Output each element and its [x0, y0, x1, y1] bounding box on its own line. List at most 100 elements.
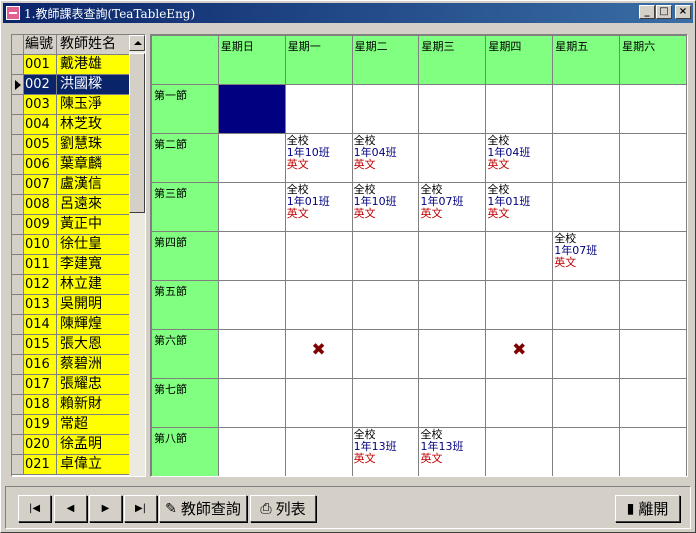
- teacher-row[interactable]: 011 李建寬: [12, 255, 129, 275]
- teacher-code[interactable]: 018: [24, 395, 57, 414]
- teacher-name[interactable]: 陳輝煌: [57, 315, 129, 334]
- schedule-cell[interactable]: 全校 1年10班 英文: [284, 133, 353, 183]
- teacher-code[interactable]: 017: [24, 375, 57, 394]
- schedule-cell[interactable]: [619, 231, 687, 281]
- schedule-cell[interactable]: 全校 1年10班 英文: [351, 182, 420, 232]
- teacher-row[interactable]: 013 吳開明: [12, 295, 129, 315]
- row-selector[interactable]: [12, 195, 24, 214]
- teacher-row[interactable]: 004 林芝玫: [12, 115, 129, 135]
- teacher-name[interactable]: 賴新財: [57, 395, 129, 414]
- teacher-row[interactable]: 002 洪國樑: [12, 75, 129, 95]
- teacher-name[interactable]: 蔡碧洲: [57, 355, 129, 374]
- teacher-name[interactable]: 張大恩: [57, 335, 129, 354]
- scroll-up-button[interactable]: [129, 35, 145, 51]
- teacher-name[interactable]: 常超: [57, 415, 129, 434]
- row-selector[interactable]: [12, 175, 24, 194]
- teacher-code[interactable]: 006: [24, 155, 57, 174]
- schedule-cell[interactable]: [552, 427, 621, 476]
- schedule-cell[interactable]: [418, 84, 487, 134]
- teacher-row[interactable]: 016 蔡碧洲: [12, 355, 129, 375]
- teacher-code[interactable]: 003: [24, 95, 57, 114]
- teacher-code[interactable]: 012: [24, 275, 57, 294]
- schedule-cell[interactable]: [351, 280, 420, 330]
- schedule-cell[interactable]: [217, 133, 286, 183]
- schedule-cell[interactable]: [217, 231, 286, 281]
- row-selector[interactable]: [12, 115, 24, 134]
- teacher-code[interactable]: 010: [24, 235, 57, 254]
- row-selector[interactable]: [12, 455, 24, 474]
- schedule-cell[interactable]: [284, 378, 353, 428]
- schedule-cell[interactable]: [418, 280, 487, 330]
- teacher-row[interactable]: 008 呂遠來: [12, 195, 129, 215]
- schedule-cell[interactable]: [418, 231, 487, 281]
- minimize-button[interactable]: _: [639, 5, 655, 19]
- schedule-cell[interactable]: [485, 280, 554, 330]
- teacher-row[interactable]: 015 張大恩: [12, 335, 129, 355]
- teacher-code[interactable]: 004: [24, 115, 57, 134]
- schedule-cell[interactable]: [418, 133, 487, 183]
- row-selector[interactable]: [12, 355, 24, 374]
- teacher-code[interactable]: 007: [24, 175, 57, 194]
- schedule-cell[interactable]: [217, 182, 286, 232]
- teacher-name[interactable]: 張耀忠: [57, 375, 129, 394]
- schedule-cell[interactable]: 全校 1年07班 英文: [552, 231, 621, 281]
- row-selector[interactable]: [12, 215, 24, 234]
- schedule-cell[interactable]: [552, 133, 621, 183]
- row-selector[interactable]: [12, 235, 24, 254]
- teacher-row[interactable]: 001 戴港雄: [12, 55, 129, 75]
- exit-button[interactable]: ▮ 離開: [615, 495, 680, 522]
- teacher-name[interactable]: 徐孟明: [57, 435, 129, 454]
- schedule-cell[interactable]: [217, 378, 286, 428]
- schedule-cell[interactable]: [619, 329, 687, 379]
- title-bar[interactable]: 1.教師課表查詢(TeaTableEng) _ □ ×: [3, 3, 693, 23]
- teacher-row[interactable]: 018 賴新財: [12, 395, 129, 415]
- teacher-name[interactable]: 卓偉立: [57, 455, 129, 474]
- schedule-cell[interactable]: [351, 84, 420, 134]
- row-selector[interactable]: [12, 275, 24, 294]
- teacher-row[interactable]: 003 陳玉淨: [12, 95, 129, 115]
- teacher-name[interactable]: 葉章麟: [57, 155, 129, 174]
- row-selector[interactable]: [12, 135, 24, 154]
- row-selector[interactable]: [12, 155, 24, 174]
- teacher-row[interactable]: 021 卓偉立: [12, 455, 129, 475]
- teacher-name[interactable]: 林芝玫: [57, 115, 129, 134]
- teacher-code[interactable]: 016: [24, 355, 57, 374]
- schedule-cell[interactable]: [485, 378, 554, 428]
- row-selector[interactable]: [12, 95, 24, 114]
- schedule-cell[interactable]: [552, 280, 621, 330]
- teacher-row[interactable]: 020 徐孟明: [12, 435, 129, 455]
- teacher-code[interactable]: 015: [24, 335, 57, 354]
- maximize-button[interactable]: □: [656, 5, 672, 19]
- teacher-name[interactable]: 洪國樑: [57, 75, 129, 94]
- schedule-cell[interactable]: [552, 182, 621, 232]
- next-record-button[interactable]: ▶: [89, 495, 122, 522]
- teacher-row[interactable]: 009 黃正中: [12, 215, 129, 235]
- teacher-code[interactable]: 001: [24, 55, 57, 74]
- teacher-name[interactable]: 戴港雄: [57, 55, 129, 74]
- column-header-name[interactable]: 教師姓名: [57, 35, 129, 54]
- last-record-button[interactable]: ▶|: [124, 495, 157, 522]
- list-button[interactable]: ⎙ 列表: [250, 495, 316, 522]
- teacher-code[interactable]: 013: [24, 295, 57, 314]
- schedule-cell[interactable]: [217, 427, 286, 476]
- row-selector[interactable]: [12, 335, 24, 354]
- schedule-cell[interactable]: 全校 1年13班 英文: [351, 427, 420, 476]
- teacher-row[interactable]: 014 陳輝煌: [12, 315, 129, 335]
- teacher-name[interactable]: 劉慧珠: [57, 135, 129, 154]
- schedule-cell[interactable]: [619, 378, 687, 428]
- teacher-code[interactable]: 019: [24, 415, 57, 434]
- schedule-cell[interactable]: [619, 280, 687, 330]
- teacher-row[interactable]: 010 徐仕皇: [12, 235, 129, 255]
- schedule-cell[interactable]: [351, 231, 420, 281]
- schedule-cell[interactable]: [619, 427, 687, 476]
- teacher-row[interactable]: 006 葉章麟: [12, 155, 129, 175]
- teacher-name[interactable]: 李建寬: [57, 255, 129, 274]
- row-selector[interactable]: [12, 395, 24, 414]
- schedule-cell[interactable]: [284, 84, 353, 134]
- schedule-cell[interactable]: [217, 280, 286, 330]
- schedule-cell[interactable]: [284, 280, 353, 330]
- schedule-cell[interactable]: [284, 427, 353, 476]
- teacher-code[interactable]: 009: [24, 215, 57, 234]
- schedule-cell[interactable]: [485, 84, 554, 134]
- teacher-code[interactable]: 011: [24, 255, 57, 274]
